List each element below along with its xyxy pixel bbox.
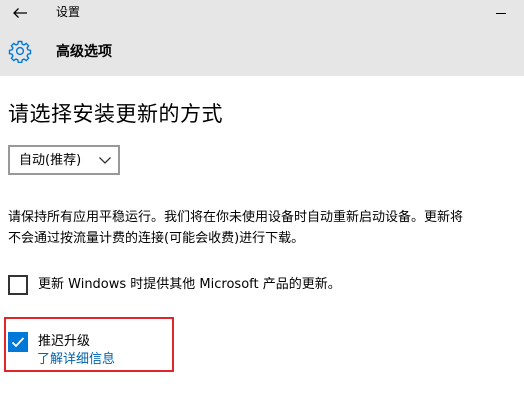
section-header: 高级选项: [0, 36, 524, 68]
back-button[interactable]: [8, 3, 32, 23]
title-bar: 设置: [0, 0, 524, 26]
page-title: 请选择安装更新的方式: [8, 102, 223, 126]
back-arrow-icon: [13, 8, 27, 18]
install-mode-dropdown[interactable]: 自动(推荐): [8, 145, 120, 175]
other-products-label: 更新 Windows 时提供其他 Microsoft 产品的更新。: [38, 277, 341, 292]
minimize-icon: [496, 12, 506, 14]
header-bar: 设置 高级选项: [0, 0, 524, 76]
dropdown-selected-value: 自动(推荐): [19, 153, 82, 168]
chevron-down-icon: [99, 157, 111, 164]
minimize-button[interactable]: [478, 0, 524, 26]
option-other-products: 更新 Windows 时提供其他 Microsoft 产品的更新。: [8, 275, 341, 295]
other-products-checkbox[interactable]: [8, 275, 28, 295]
description-text: 请保持所有应用平稳运行。我们将在你未使用设备时自动重新启动设备。更新将不会通过按…: [8, 210, 464, 246]
defer-upgrades-checkbox[interactable]: [8, 332, 28, 352]
checkmark-icon: [11, 337, 25, 348]
page-heading: 高级选项: [56, 44, 112, 60]
learn-more-link[interactable]: 了解详细信息: [37, 351, 115, 369]
gear-icon: [8, 40, 32, 63]
window-title: 设置: [56, 5, 81, 19]
defer-upgrades-label: 推迟升级: [38, 334, 91, 349]
option-defer-upgrades: 推迟升级: [8, 332, 90, 352]
